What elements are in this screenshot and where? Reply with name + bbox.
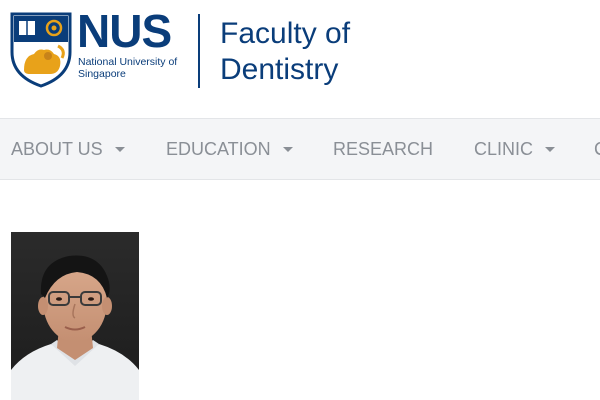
nav-about-us-label: ABOUT US bbox=[11, 138, 103, 159]
faculty-title[interactable]: Faculty of Dentistry bbox=[220, 16, 350, 88]
main-nav: ABOUT US EDUCATION RESEARCH CLINIC C bbox=[0, 118, 600, 180]
nav-education-label: EDUCATION bbox=[166, 138, 271, 159]
nus-crest-icon[interactable] bbox=[10, 12, 72, 88]
header-divider bbox=[198, 14, 200, 88]
faculty-title-line1: Faculty of bbox=[220, 17, 351, 50]
nav-overflow-label: C bbox=[594, 139, 600, 160]
nav-clinic[interactable]: CLINIC bbox=[474, 119, 556, 179]
nav-education[interactable]: EDUCATION bbox=[166, 119, 293, 179]
nav-about-us[interactable]: ABOUT US bbox=[11, 119, 125, 179]
faculty-title-line2: Dentistry bbox=[220, 53, 339, 86]
nav-research-label: RESEARCH bbox=[333, 138, 434, 159]
university-name: National University of Singapore bbox=[78, 56, 178, 80]
staff-portrait-photo bbox=[11, 232, 139, 400]
caret-down-icon bbox=[114, 146, 125, 152]
caret-down-icon bbox=[282, 146, 293, 152]
nav-clinic-label: CLINIC bbox=[474, 138, 534, 159]
nav-research[interactable]: RESEARCH bbox=[333, 119, 433, 179]
page: NUS National University of Singapore Fac… bbox=[0, 0, 600, 400]
portrait-illustration bbox=[11, 232, 139, 400]
nav-overflow-item[interactable]: C bbox=[594, 119, 600, 179]
caret-down-icon bbox=[545, 146, 556, 152]
site-header: NUS National University of Singapore Fac… bbox=[0, 0, 600, 118]
nus-logo-text[interactable]: NUS bbox=[77, 6, 172, 56]
